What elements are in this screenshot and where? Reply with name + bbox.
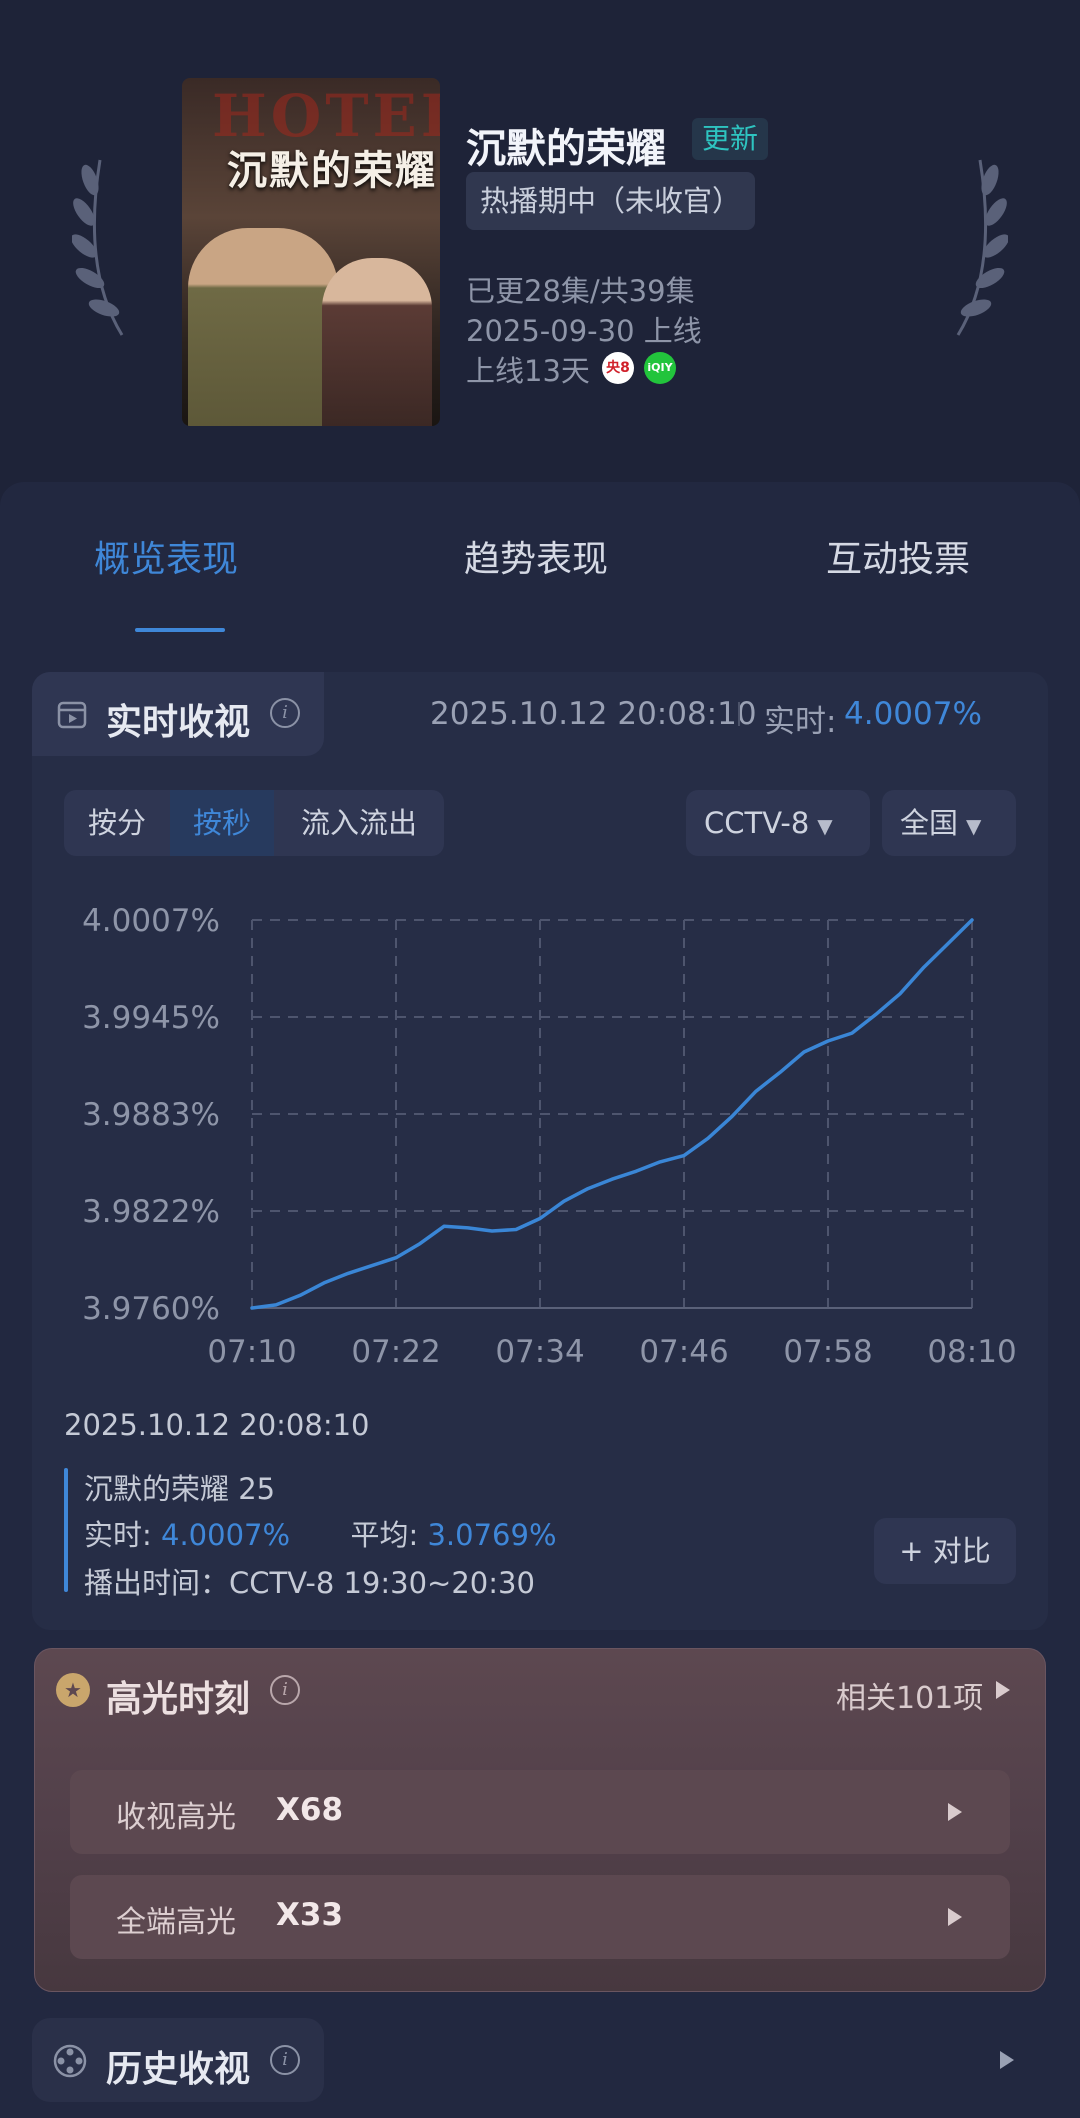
show-poster[interactable]: HOTED 沉默的荣耀 — [182, 78, 440, 426]
highlights-related-link[interactable]: 相关101项 — [836, 1673, 983, 1717]
tooltip-episode: 沉默的荣耀 25 — [84, 1472, 276, 1506]
highlight-row-value: X68 — [276, 1792, 344, 1828]
laurel-right-icon — [948, 150, 1010, 340]
by-minute-button[interactable]: 按分 — [64, 790, 170, 856]
highlights-title: 高光时刻 — [106, 1679, 251, 1720]
y-tick-label: 3.9760% — [82, 1291, 220, 1327]
caret-down-icon: ▼ — [966, 814, 982, 838]
region-dropdown[interactable]: 全国 ▼ — [882, 790, 1016, 856]
ratings-line-chart[interactable]: 07:10 07:22 07:34 07:46 07:58 08:10 4.0007% 3.9… — [0, 880, 1080, 1380]
y-tick-label: 4.0007% — [82, 903, 220, 939]
y-tick-label: 3.9822% — [82, 1194, 220, 1230]
tooltip-live-value: 4.0007% — [161, 1518, 291, 1552]
tab-trend[interactable]: 趋势表现 — [464, 530, 608, 582]
caret-down-icon: ▼ — [817, 814, 833, 838]
realtime-timestamp: 2025.10.12 20:08:10 — [430, 696, 757, 732]
star-icon: ★ — [56, 1673, 90, 1707]
play-arrow-icon[interactable] — [948, 1908, 962, 1926]
days-online: 上线13天 — [466, 354, 590, 388]
highlight-row-label: 收视高光 — [116, 1800, 236, 1835]
x-tick-label: 07:46 — [639, 1334, 728, 1370]
x-tick-label: 07:10 — [207, 1334, 296, 1370]
play-arrow-icon[interactable] — [1000, 2051, 1014, 2069]
x-tick-label: 08:10 — [927, 1334, 1016, 1370]
flow-in-out-button[interactable]: 流入流出 — [274, 790, 444, 856]
tab-overview[interactable]: 概览表现 — [94, 530, 238, 582]
info-icon[interactable]: i — [270, 698, 300, 728]
x-tick-label: 07:58 — [783, 1334, 872, 1370]
video-chart-icon — [56, 699, 88, 731]
tooltip-broadcast: 播出时间：CCTV-8 19:30~20:30 — [84, 1566, 535, 1600]
info-icon[interactable]: i — [270, 2045, 300, 2075]
x-tick-label: 07:22 — [351, 1334, 440, 1370]
compare-button[interactable]: + 对比 — [874, 1518, 1016, 1584]
by-second-button[interactable]: 按秒 — [170, 790, 274, 856]
cctv8-icon: 央8 — [602, 352, 634, 384]
tooltip-avg-value: 3.0769% — [427, 1518, 557, 1552]
live-value: 4.0007% — [844, 696, 982, 732]
live-label: 实时: — [764, 704, 837, 740]
update-badge: 更新 — [692, 118, 769, 160]
film-reel-icon — [52, 2043, 88, 2079]
x-tick-label: 07:34 — [495, 1334, 584, 1370]
tooltip-series-marker — [64, 1468, 68, 1592]
highlight-row-label: 全端高光 — [116, 1905, 236, 1940]
y-tick-label: 3.9883% — [82, 1097, 220, 1133]
poster-figure-woman — [322, 258, 432, 426]
realtime-title: 实时收视 — [106, 702, 251, 743]
play-arrow-icon[interactable] — [948, 1803, 962, 1821]
region-dropdown-value: 全国 — [900, 806, 959, 840]
premiere-date: 2025-09-30 上线 — [466, 314, 702, 348]
highlight-row-value: X33 — [276, 1897, 344, 1933]
history-title: 历史收视 — [106, 2049, 251, 2090]
tooltip-live-label: 实时: — [84, 1518, 152, 1552]
info-icon[interactable]: i — [270, 1675, 300, 1705]
show-title: 沉默的荣耀 — [466, 126, 666, 172]
y-tick-label: 3.9945% — [82, 1000, 220, 1036]
iqiyi-icon: iQIY — [644, 352, 676, 384]
tooltip-time: 2025.10.12 20:08:10 — [64, 1408, 370, 1442]
tooltip-values: 实时: 4.0007% 平均: 3.0769% — [84, 1512, 557, 1554]
poster-title: 沉默的荣耀 — [227, 147, 437, 194]
airing-status: 热播期中（未收官） — [466, 172, 756, 230]
channel-dropdown-value: CCTV-8 — [704, 806, 810, 840]
poster-figure-man — [188, 228, 338, 426]
channel-dropdown[interactable]: CCTV-8 ▼ — [686, 790, 870, 856]
active-tab-indicator — [135, 628, 225, 632]
tooltip-avg-label: 平均: — [350, 1518, 419, 1552]
divider — [738, 702, 740, 726]
laurel-left-icon — [70, 150, 132, 340]
tab-vote[interactable]: 互动投票 — [826, 530, 970, 582]
play-arrow-icon[interactable] — [996, 1681, 1010, 1699]
episode-count: 已更28集/共39集 — [466, 274, 695, 308]
